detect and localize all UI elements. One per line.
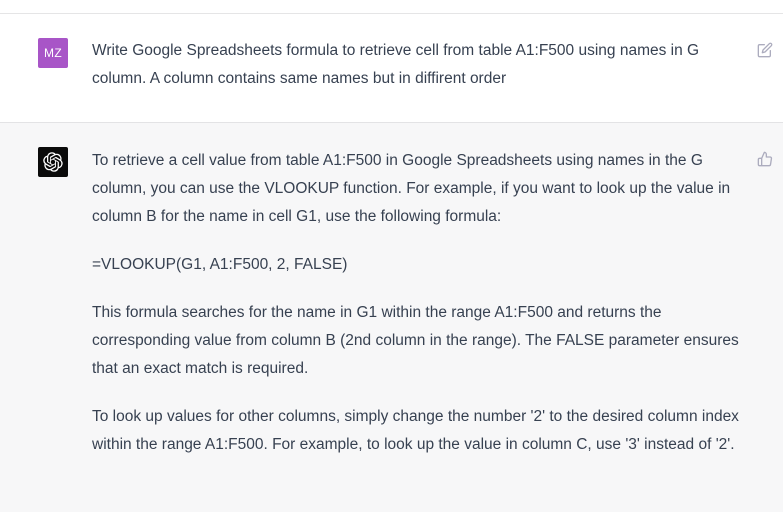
assistant-formula: =VLOOKUP(G1, A1:F500, 2, FALSE) <box>92 256 348 273</box>
user-message: MZ Write Google Spreadsheets formula to … <box>0 14 783 123</box>
user-avatar-initials: MZ <box>44 46 62 60</box>
assistant-paragraph: To retrieve a cell value from table A1:F… <box>92 152 731 225</box>
user-avatar: MZ <box>38 38 68 68</box>
assistant-paragraph: To look up values for other columns, sim… <box>92 408 739 453</box>
user-message-text: Write Google Spreadsheets formula to ret… <box>92 42 700 87</box>
assistant-message: To retrieve a cell value from table A1:F… <box>0 123 783 512</box>
assistant-paragraph: This formula searches for the name in G1… <box>92 304 739 377</box>
thumbs-up-icon[interactable] <box>757 151 773 167</box>
assistant-message-text: To retrieve a cell value from table A1:F… <box>92 147 752 479</box>
edit-icon[interactable] <box>757 42 773 58</box>
openai-logo-icon <box>38 147 68 177</box>
top-divider <box>0 0 783 14</box>
